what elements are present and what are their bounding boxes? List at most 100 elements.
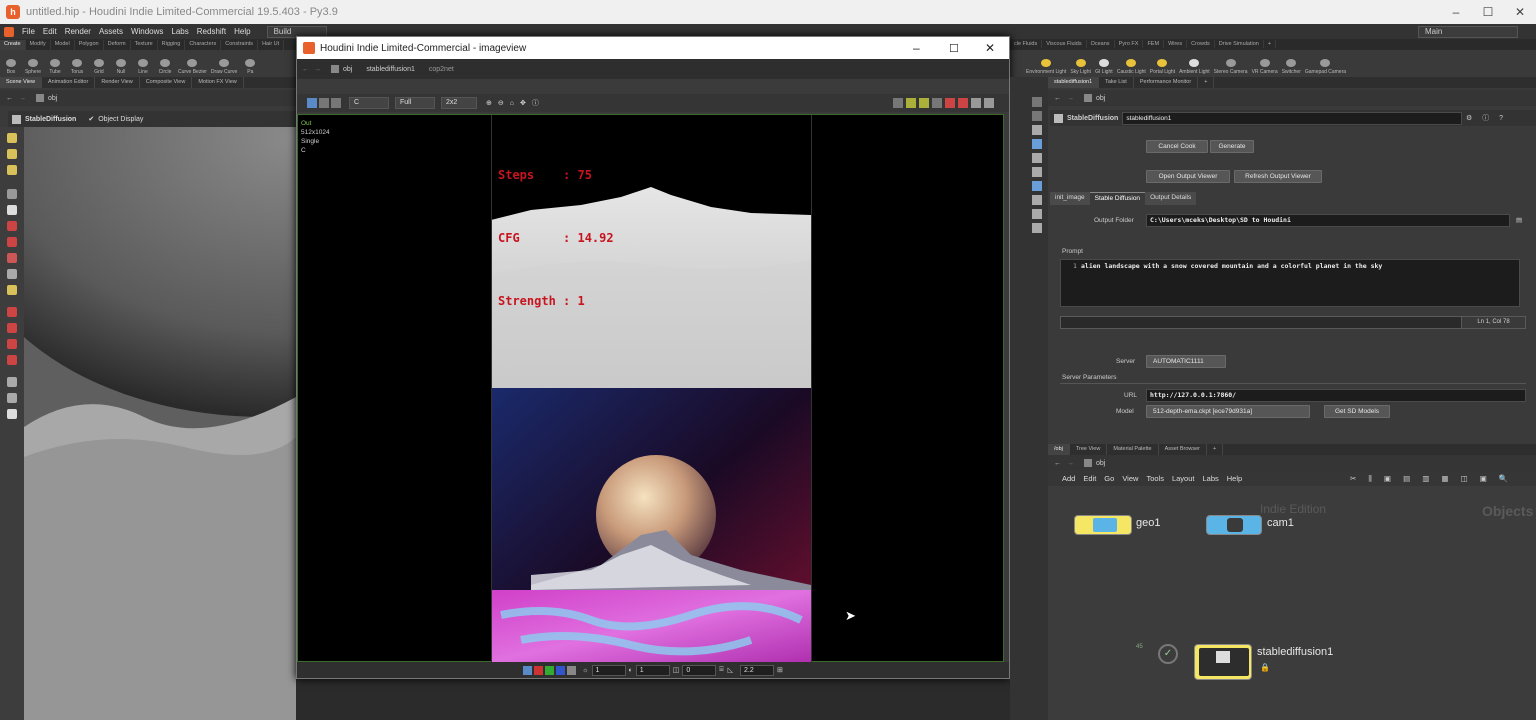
cam1-node[interactable] [1206, 515, 1262, 535]
shelf-tab-deform[interactable]: Deform [104, 40, 131, 50]
shelf-tab-crowds[interactable]: Crowds [1187, 40, 1215, 48]
display-toggle-icon[interactable] [1032, 97, 1042, 107]
tool-tube[interactable]: Tube [44, 50, 66, 77]
tool-box[interactable]: Box [0, 50, 22, 77]
render-icon[interactable] [7, 393, 17, 403]
shelf-tab-oceans[interactable]: Oceans [1087, 40, 1115, 48]
camera-view-icon[interactable] [1032, 139, 1042, 149]
network-path-label[interactable]: obj [1096, 460, 1105, 467]
back-arrow-icon[interactable]: ← [1054, 460, 1061, 467]
tab-add-button[interactable]: + [1198, 77, 1215, 88]
menu-edit[interactable]: Edit [39, 27, 61, 36]
tab-stablediffusion1[interactable]: stablediffusion1 [1048, 77, 1100, 88]
red-channel-icon[interactable] [534, 665, 544, 675]
path-obj[interactable]: obj [343, 66, 352, 73]
folder-browse-icon[interactable]: ▤ [1516, 216, 1522, 224]
tool-vr-camera[interactable]: VR Camera [1250, 50, 1280, 77]
shelf-tab-add-button[interactable]: + [1264, 40, 1277, 48]
handle-icon[interactable] [7, 269, 17, 279]
network-menu-view[interactable]: View [1118, 474, 1142, 483]
split-mode-icon[interactable] [331, 98, 341, 108]
forward-arrow-icon[interactable]: → [1067, 95, 1074, 102]
display-option-icon[interactable] [893, 98, 903, 108]
visibility-icon[interactable] [1032, 125, 1042, 135]
get-sd-models-button[interactable]: Get SD Models [1324, 405, 1390, 418]
snap-magnet-icon[interactable] [7, 355, 17, 365]
plane-select[interactable]: C [349, 97, 389, 109]
open-output-viewer-button[interactable]: Open Output Viewer [1146, 170, 1230, 183]
forward-arrow-icon[interactable]: → [19, 95, 26, 102]
3d-viewport[interactable] [24, 127, 296, 720]
imageview-maximize-button[interactable]: ☐ [949, 42, 959, 55]
contrast-field[interactable]: 1 [635, 664, 670, 676]
prompt-text[interactable]: alien landscape with a snow covered moun… [1081, 262, 1382, 270]
shading-icon[interactable] [1032, 153, 1042, 163]
resolution-select[interactable]: Full [395, 97, 435, 109]
menu-redshift[interactable]: Redshift [193, 27, 230, 36]
geo1-node[interactable] [1074, 515, 1132, 535]
tab-asset-browser[interactable]: Asset Browser [1159, 444, 1208, 455]
close-button[interactable]: ✕ [1500, 0, 1536, 24]
green-channel-icon[interactable] [545, 665, 555, 675]
menu-file[interactable]: File [18, 27, 39, 36]
compare-mode-icon[interactable] [319, 98, 329, 108]
tab-init-image[interactable]: init_image [1050, 192, 1090, 205]
shelf-tab-pyro[interactable]: Pyro FX [1115, 40, 1144, 48]
shelf-tab-modify[interactable]: Modify [26, 40, 51, 50]
tab-animation-editor[interactable]: Animation Editor [42, 77, 96, 88]
flipbook-icon[interactable] [7, 409, 17, 419]
network-menu-layout[interactable]: Layout [1168, 474, 1199, 483]
tool-torus[interactable]: Torus [66, 50, 88, 77]
tool-ambient-light[interactable]: Ambient Light [1177, 50, 1212, 77]
tool-gi-light[interactable]: GI Light [1093, 50, 1115, 77]
shelf-tab-polygon[interactable]: Polygon [75, 40, 104, 50]
shelf-tab-constraints[interactable]: Constraints [221, 40, 259, 50]
houdini-menu-icon[interactable] [4, 26, 14, 37]
point-icon[interactable] [1032, 195, 1042, 205]
normal-icon[interactable] [1032, 209, 1042, 219]
rgb-icon[interactable] [523, 665, 533, 675]
object-display-label[interactable]: Object Display [98, 116, 143, 123]
network-toolbar-icons[interactable]: ✂ ⫼ ▣ ▤ ▥ ▦ ◫ ▣ 🔍 [1350, 474, 1513, 484]
network-menu-help[interactable]: Help [1223, 474, 1246, 483]
shelf-tab-hair[interactable]: Hair Ut [258, 40, 285, 50]
tool-gamepad-camera[interactable]: Gamepad Camera [1303, 50, 1348, 77]
light-icon[interactable] [7, 339, 17, 349]
info-icon[interactable]: ⓘ [532, 98, 539, 108]
shelf-tab-particle-fluids[interactable]: cle Fluids [1010, 40, 1043, 48]
magnet-icon[interactable] [7, 237, 17, 247]
view-tool-icon[interactable] [7, 285, 17, 295]
background-icon[interactable] [1032, 181, 1042, 191]
blue-channel-icon[interactable] [556, 665, 566, 675]
menu-labs[interactable]: Labs [167, 27, 192, 36]
stablediffusion1-node[interactable] [1194, 644, 1252, 680]
gamma-field[interactable]: 2.2 [740, 664, 774, 676]
tool-draw-curve[interactable]: Draw Curve [209, 50, 239, 77]
shelf-tab-viscous-fluids[interactable]: Viscous Fluids [1042, 40, 1087, 48]
path-stablediffusion1[interactable]: stablediffusion1 [366, 66, 415, 73]
desktop-select-right[interactable]: Main [1418, 25, 1518, 38]
tab-composite-view[interactable]: Composite View [140, 77, 193, 88]
shelf-tab-characters[interactable]: Characters [185, 40, 222, 50]
model-select[interactable]: 512-depth-ema.ckpt [ece79d931a] [1146, 405, 1310, 418]
tool-sky-light[interactable]: Sky Light [1068, 50, 1093, 77]
snapshot-icon[interactable] [932, 98, 942, 108]
shelf-tab-model[interactable]: Model [51, 40, 75, 50]
prompt-editor[interactable]: 1 alien landscape with a snow covered mo… [1060, 259, 1520, 307]
shelf-tab-drive-simulation[interactable]: Drive Simulation [1215, 40, 1264, 48]
tab-stable-diffusion[interactable]: Stable Diffusion [1089, 192, 1146, 205]
tool-portal-light[interactable]: Portal Light [1148, 50, 1177, 77]
refresh-output-viewer-button[interactable]: Refresh Output Viewer [1234, 170, 1322, 183]
display-icon[interactable] [7, 377, 17, 387]
home-icon[interactable]: ⌂ [510, 100, 514, 107]
shelf-tab-rigging[interactable]: Rigging [158, 40, 186, 50]
cancel-cook-button[interactable]: Cancel Cook [1146, 140, 1208, 153]
left-path-label[interactable]: obj [48, 95, 57, 102]
frame-icon[interactable]: ✥ [520, 99, 526, 107]
header-tools[interactable]: ⚙ ⓘ ? [1466, 113, 1507, 123]
channel-icon[interactable] [919, 98, 929, 108]
path-cop2net[interactable]: cop2net [429, 66, 454, 73]
menu-windows[interactable]: Windows [127, 27, 167, 36]
tool-null[interactable]: Null [110, 50, 132, 77]
check-icon[interactable]: ✔ [88, 115, 94, 123]
